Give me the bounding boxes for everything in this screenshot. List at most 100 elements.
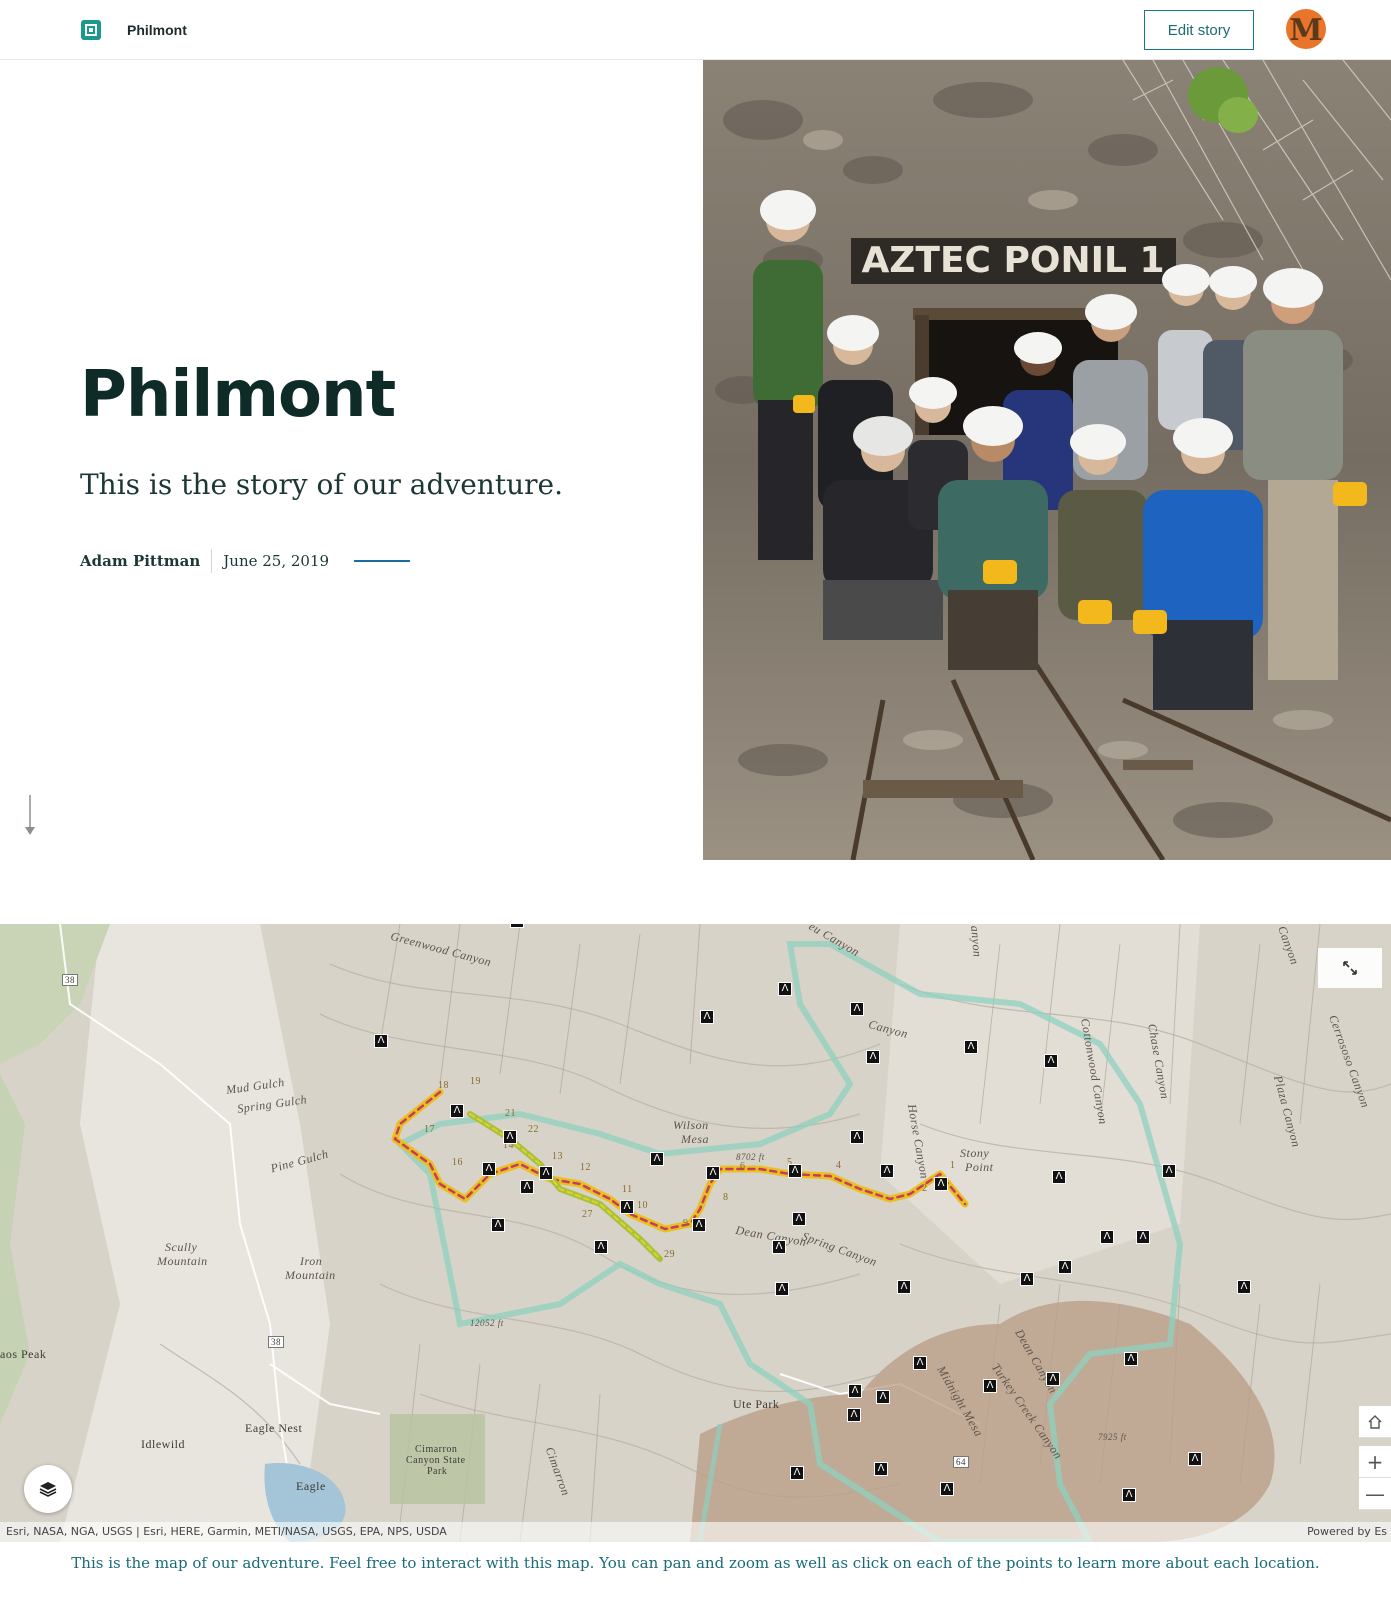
- story-title: Philmont: [80, 358, 396, 432]
- campsite-icon[interactable]: Λ: [520, 1180, 534, 1194]
- campsite-icon[interactable]: Λ: [880, 1164, 894, 1178]
- campsite-icon[interactable]: Λ: [510, 924, 524, 928]
- label-idlewild: Idlewild: [141, 1437, 185, 1451]
- byline-divider: [211, 549, 213, 573]
- storymaps-logo-icon[interactable]: [80, 19, 102, 41]
- route-number-21: 21: [505, 1108, 516, 1119]
- campsite-icon[interactable]: Λ: [650, 1152, 664, 1166]
- campsite-icon[interactable]: Λ: [1058, 1260, 1072, 1274]
- highway-64-shield: 64: [953, 1456, 969, 1468]
- label-canyon-top-2: anyon: [968, 924, 985, 958]
- campsite-icon[interactable]: Λ: [594, 1240, 608, 1254]
- map-caption: This is the map of our adventure. Feel f…: [71, 1554, 1320, 1572]
- expand-icon: [1343, 961, 1357, 975]
- campsite-icon[interactable]: Λ: [1136, 1230, 1150, 1244]
- campsite-icon[interactable]: Λ: [790, 1466, 804, 1480]
- route-number-16: 16: [452, 1157, 463, 1168]
- label-elevation-3: 7925 ft: [1098, 1432, 1127, 1442]
- campsite-icon[interactable]: Λ: [539, 1166, 553, 1180]
- campsite-icon[interactable]: Λ: [700, 1010, 714, 1024]
- label-scully: Scully: [165, 1240, 198, 1254]
- map-zoom-controls: + —: [1359, 1406, 1391, 1510]
- label-wilson: Wilson: [673, 1118, 709, 1132]
- route-number-11: 11: [622, 1184, 633, 1195]
- app-title[interactable]: Philmont: [127, 22, 187, 38]
- campsite-icon[interactable]: Λ: [913, 1356, 927, 1370]
- route-number-9: 9: [683, 1218, 689, 1229]
- zoom-out-button[interactable]: —: [1359, 1478, 1391, 1510]
- fullscreen-button[interactable]: [1318, 948, 1382, 988]
- user-avatar[interactable]: M: [1286, 9, 1326, 49]
- map-terrain: [0, 924, 1391, 1542]
- campsite-icon[interactable]: Λ: [1100, 1230, 1114, 1244]
- highway-38-shield: 38: [62, 974, 78, 986]
- campsite-icon[interactable]: Λ: [503, 1130, 517, 1144]
- label-iron-mountain: Mountain: [285, 1268, 336, 1282]
- home-icon: [1368, 1414, 1382, 1429]
- campsite-icon[interactable]: Λ: [847, 1408, 861, 1422]
- story-subtitle: This is the story of our adventure.: [80, 468, 563, 501]
- campsite-icon[interactable]: Λ: [450, 1104, 464, 1118]
- route-number-10: 10: [637, 1200, 648, 1211]
- mine-sign-text: AZTEC PONIL 1: [861, 240, 1164, 281]
- campsite-icon[interactable]: Λ: [1044, 1054, 1058, 1068]
- campsite-icon[interactable]: Λ: [1052, 1170, 1066, 1184]
- scroll-down-arrow-icon[interactable]: [22, 795, 38, 837]
- campsite-icon[interactable]: Λ: [792, 1212, 806, 1226]
- campsite-icon[interactable]: Λ: [482, 1162, 496, 1176]
- campsite-icon[interactable]: Λ: [850, 1002, 864, 1016]
- label-stony: Stony: [960, 1146, 990, 1160]
- route-number-19: 19: [470, 1076, 481, 1087]
- campsite-icon[interactable]: Λ: [775, 1282, 789, 1296]
- campsite-icon[interactable]: Λ: [934, 1177, 948, 1191]
- campsite-icon[interactable]: Λ: [1020, 1272, 1034, 1286]
- campsite-icon[interactable]: Λ: [940, 1482, 954, 1496]
- campsite-icon[interactable]: Λ: [866, 1050, 880, 1064]
- campsite-icon[interactable]: Λ: [491, 1218, 505, 1232]
- campsite-icon[interactable]: Λ: [788, 1164, 802, 1178]
- campsite-icon[interactable]: Λ: [897, 1280, 911, 1294]
- campsite-icon[interactable]: Λ: [620, 1200, 634, 1214]
- label-scully-mountain: Mountain: [157, 1254, 208, 1268]
- campsite-icon[interactable]: Λ: [706, 1166, 720, 1180]
- author-name: Adam Pittman: [80, 552, 201, 570]
- edit-story-button[interactable]: Edit story: [1144, 10, 1254, 50]
- campsite-icon[interactable]: Λ: [874, 1462, 888, 1476]
- label-ute-park: Ute Park: [733, 1397, 780, 1411]
- campsite-icon[interactable]: Λ: [692, 1218, 706, 1232]
- campsite-icon[interactable]: Λ: [876, 1390, 890, 1404]
- attribution-text[interactable]: Esri, NASA, NGA, USGS | Esri, HERE, Garm…: [6, 1525, 447, 1538]
- campsite-icon[interactable]: Λ: [1122, 1488, 1136, 1502]
- campsite-icon[interactable]: Λ: [983, 1379, 997, 1393]
- campsite-icon[interactable]: Λ: [1237, 1280, 1251, 1294]
- campsite-icon[interactable]: Λ: [1124, 1352, 1138, 1366]
- home-button[interactable]: [1359, 1406, 1391, 1438]
- route-number-1: 1: [950, 1160, 956, 1171]
- zoom-in-button[interactable]: +: [1359, 1446, 1391, 1478]
- campsite-icon[interactable]: Λ: [772, 1240, 786, 1254]
- powered-by-text[interactable]: Powered by Es: [1307, 1525, 1387, 1538]
- label-point: Point: [965, 1160, 994, 1174]
- byline: Adam Pittman June 25, 2019: [80, 549, 411, 573]
- campsite-icon[interactable]: Λ: [374, 1034, 388, 1048]
- top-bar: Philmont Edit story M: [0, 0, 1391, 60]
- hero-photo: AZTEC PONIL 1: [703, 60, 1391, 860]
- campsite-icon[interactable]: Λ: [1162, 1164, 1176, 1178]
- campsite-icon[interactable]: Λ: [778, 982, 792, 996]
- campsite-icon[interactable]: Λ: [1188, 1452, 1202, 1466]
- route-number-22: 22: [528, 1124, 539, 1135]
- label-cimarron-park-2: Canyon State: [406, 1455, 466, 1466]
- route-number-6: 6: [740, 1161, 746, 1172]
- campsite-icon[interactable]: Λ: [964, 1040, 978, 1054]
- byline-rule: [354, 560, 411, 562]
- route-number-4: 4: [836, 1160, 842, 1171]
- route-number-18: 18: [438, 1080, 449, 1091]
- interactive-map[interactable]: Greenwood Canyon Mud Gulch Spring Gulch …: [0, 924, 1391, 1542]
- layers-button[interactable]: [24, 1465, 72, 1513]
- label-eagle-lake: Eagle: [296, 1479, 326, 1493]
- route-number-13: 13: [552, 1151, 563, 1162]
- route-number-29: 29: [664, 1249, 675, 1260]
- campsite-icon[interactable]: Λ: [850, 1130, 864, 1144]
- campsite-icon[interactable]: Λ: [1046, 1372, 1060, 1386]
- campsite-icon[interactable]: Λ: [848, 1384, 862, 1398]
